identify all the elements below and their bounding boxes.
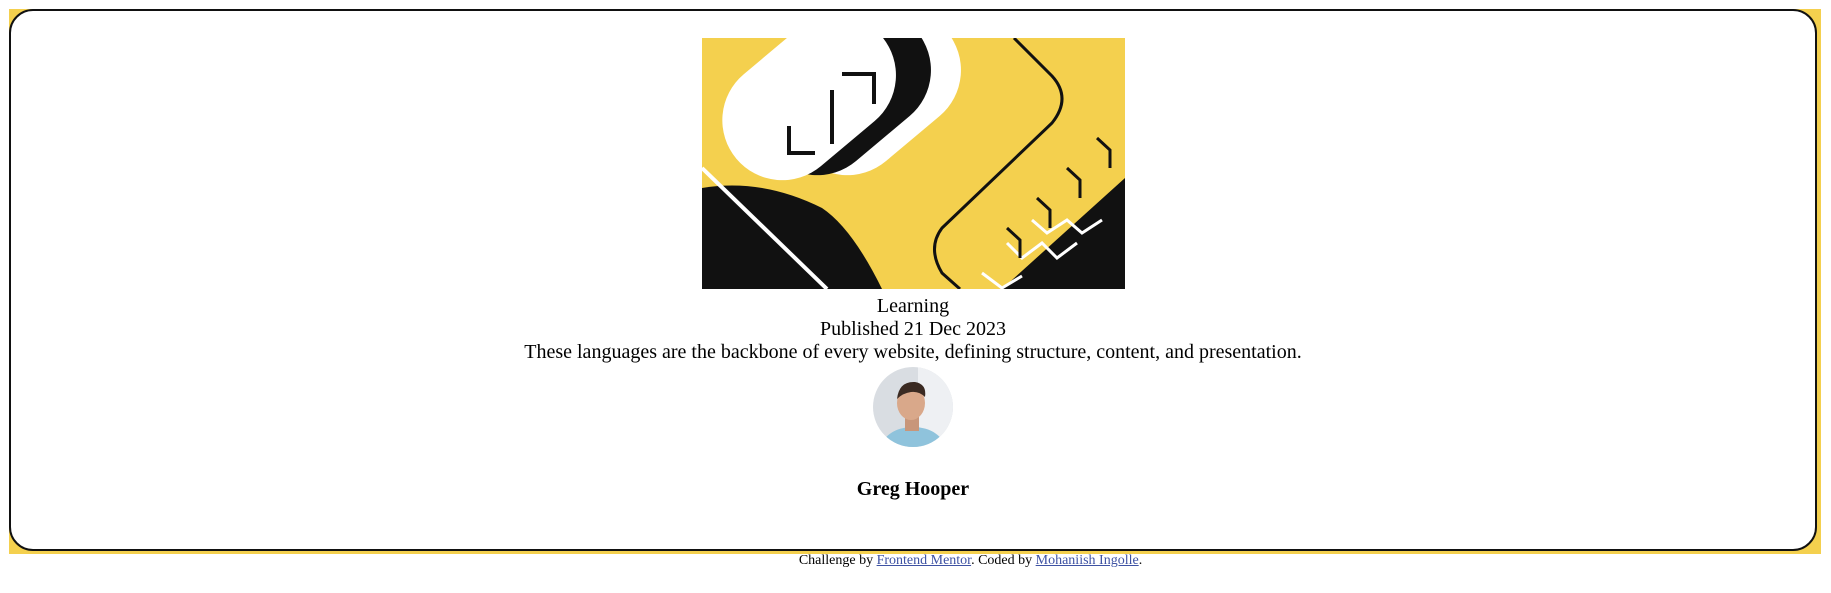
author-avatar bbox=[873, 367, 953, 447]
attribution-middle: . Coded by bbox=[971, 553, 1036, 568]
attribution-footer: Challenge by Frontend Mentor. Coded by M… bbox=[0, 553, 1831, 569]
published-date: Published 21 Dec 2023 bbox=[819, 318, 1007, 340]
blog-preview-card: Learning Published 21 Dec 2023 These lan… bbox=[9, 9, 1817, 551]
attribution-suffix: . bbox=[1138, 553, 1143, 568]
coder-link[interactable]: Mohaniish Ingolle bbox=[1036, 553, 1139, 568]
frontend-mentor-link[interactable]: Frontend Mentor bbox=[877, 553, 972, 568]
attribution-prefix: Challenge by bbox=[798, 553, 877, 568]
author-name: Greg Hooper bbox=[856, 478, 970, 500]
category-tag: Learning bbox=[876, 295, 950, 317]
hero-illustration bbox=[701, 38, 1125, 289]
card-excerpt: These languages are the backbone of ever… bbox=[524, 341, 1302, 363]
